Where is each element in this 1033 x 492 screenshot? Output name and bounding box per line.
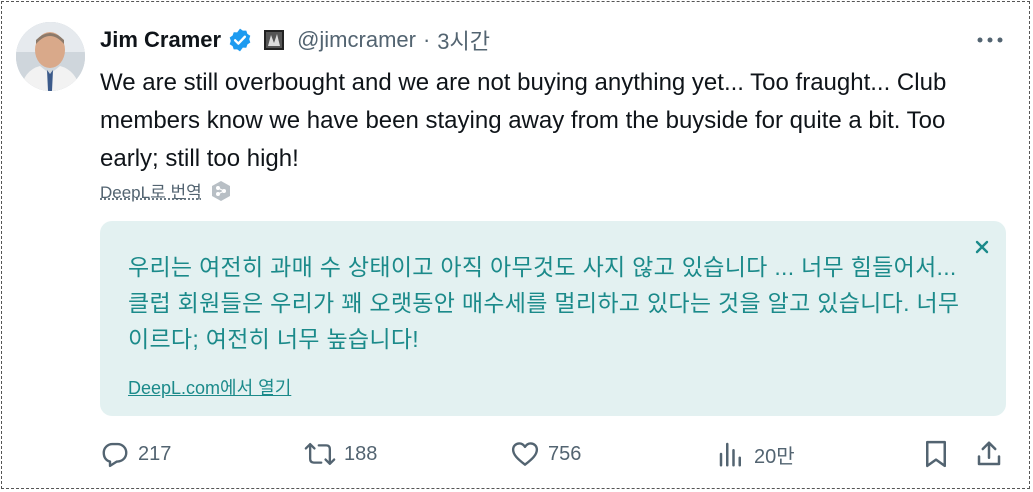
translation-box: 우리는 여전히 과매 수 상태이고 아직 아무것도 사지 않고 있습니다 ...…: [100, 221, 1006, 416]
close-icon[interactable]: [970, 235, 994, 259]
author-handle[interactable]: @jimcramer: [297, 27, 416, 53]
views-count: 20만: [754, 445, 795, 468]
timestamp[interactable]: 3시간: [437, 24, 490, 56]
reply-button[interactable]: 217: [100, 434, 171, 474]
repost-button[interactable]: 188: [304, 434, 377, 474]
tweet-card: Jim Cramer @jimcramer · 3시간 We are still…: [1, 1, 1030, 489]
translated-text: 우리는 여전히 과매 수 상태이고 아직 아무것도 사지 않고 있습니다 ...…: [128, 254, 960, 352]
open-deepl-link[interactable]: DeepL.com에서 열기: [128, 374, 291, 400]
tweet-header: Jim Cramer @jimcramer · 3시간: [100, 24, 490, 56]
verified-badge-icon[interactable]: [227, 27, 253, 53]
deepl-icon: [211, 180, 230, 201]
views-button[interactable]: 20만: [716, 434, 795, 474]
share-icon: [977, 441, 1001, 466]
translate-link[interactable]: DeepL로 번역: [100, 178, 232, 203]
separator-dot: ·: [422, 27, 431, 52]
tweet-text: We are still overbought and we are not b…: [100, 69, 947, 172]
like-count: 756: [548, 442, 582, 465]
bookmark-button[interactable]: [922, 434, 950, 474]
like-button[interactable]: 756: [510, 434, 581, 474]
translate-link-label[interactable]: DeepL로 번역: [100, 178, 202, 203]
avatar[interactable]: [16, 22, 85, 91]
reply-count: 217: [138, 442, 172, 465]
share-button[interactable]: [974, 434, 1004, 474]
more-icon[interactable]: [972, 26, 1008, 54]
repost-icon: [304, 442, 336, 466]
action-bar: 217 188 756 20만: [100, 434, 1010, 474]
affiliate-badge-icon[interactable]: [263, 29, 285, 51]
reply-icon: [102, 442, 128, 468]
repost-count: 188: [344, 442, 378, 465]
like-icon: [511, 442, 539, 466]
author-name[interactable]: Jim Cramer: [100, 27, 221, 53]
bookmark-icon: [926, 440, 946, 468]
views-icon: [719, 442, 741, 467]
